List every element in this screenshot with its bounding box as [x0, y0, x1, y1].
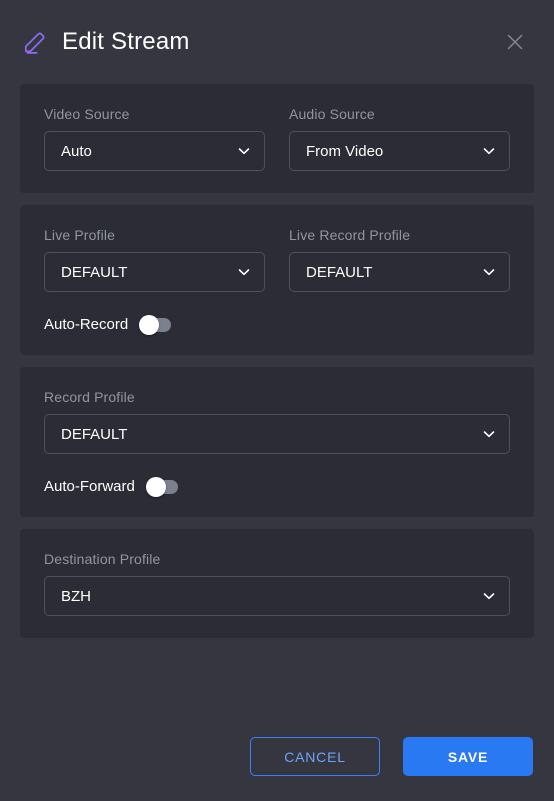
chevron-down-icon [238, 269, 250, 276]
save-button[interactable]: SAVE [403, 737, 533, 776]
dialog-footer: CANCEL SAVE [0, 712, 554, 801]
video-source-select[interactable]: Auto [44, 131, 265, 171]
page-title: Edit Stream [62, 28, 190, 55]
video-source-value: Auto [61, 142, 92, 160]
live-row: Live Profile DEFAULT Live Record Profile… [44, 227, 510, 292]
source-row: Video Source Auto Audio Source From Vide… [44, 106, 510, 171]
record-profile-value: DEFAULT [61, 425, 128, 443]
live-profile-label: Live Profile [44, 227, 116, 243]
destination-row: Destination Profile BZH [44, 551, 510, 616]
live-card: Live Profile DEFAULT Live Record Profile… [20, 205, 534, 355]
chevron-down-icon [483, 431, 495, 438]
record-profile-label: Record Profile [44, 389, 135, 405]
close-button[interactable] [500, 27, 530, 57]
destination-profile-value: BZH [61, 587, 91, 605]
toggle-knob [145, 476, 166, 497]
auto-record-toggle[interactable] [139, 314, 172, 335]
pencil-icon [24, 32, 45, 54]
audio-source-label: Audio Source [289, 106, 375, 122]
live-profile-select[interactable]: DEFAULT [44, 252, 265, 292]
dialog-body: Video Source Auto Audio Source From Vide… [0, 84, 554, 712]
auto-record-label: Auto-Record [44, 316, 129, 333]
record-profile-field: Record Profile DEFAULT [44, 389, 510, 454]
close-icon [507, 34, 523, 50]
video-source-field: Video Source Auto [44, 106, 265, 171]
dialog-header: Edit Stream [0, 0, 554, 84]
cancel-button[interactable]: CANCEL [250, 737, 380, 776]
destination-profile-select[interactable]: BZH [44, 576, 510, 616]
record-profile-select[interactable]: DEFAULT [44, 414, 510, 454]
audio-source-field: Audio Source From Video [289, 106, 510, 171]
audio-source-select[interactable]: From Video [289, 131, 510, 171]
record-card: Record Profile DEFAULT Auto-Forward [20, 367, 534, 517]
live-record-profile-label: Live Record Profile [289, 227, 411, 243]
live-profile-value: DEFAULT [61, 263, 128, 281]
live-profile-field: Live Profile DEFAULT [44, 227, 265, 292]
source-card: Video Source Auto Audio Source From Vide… [20, 84, 534, 193]
chevron-down-icon [483, 148, 495, 155]
chevron-down-icon [238, 148, 250, 155]
auto-record-row: Auto-Record [44, 314, 510, 335]
audio-source-value: From Video [306, 142, 384, 160]
live-record-profile-select[interactable]: DEFAULT [289, 252, 510, 292]
auto-forward-toggle[interactable] [145, 476, 178, 497]
chevron-down-icon [483, 593, 495, 600]
live-record-profile-field: Live Record Profile DEFAULT [289, 227, 510, 292]
toggle-knob [139, 314, 160, 335]
chevron-down-icon [483, 269, 495, 276]
auto-forward-label: Auto-Forward [44, 478, 135, 495]
auto-forward-row: Auto-Forward [44, 476, 510, 497]
live-record-profile-value: DEFAULT [306, 263, 373, 281]
destination-card: Destination Profile BZH [20, 529, 534, 638]
destination-profile-label: Destination Profile [44, 551, 161, 567]
edit-stream-dialog: Edit Stream Video Source Auto Audio Sour… [0, 0, 554, 801]
record-row: Record Profile DEFAULT [44, 389, 510, 454]
video-source-label: Video Source [44, 106, 130, 122]
destination-profile-field: Destination Profile BZH [44, 551, 510, 616]
